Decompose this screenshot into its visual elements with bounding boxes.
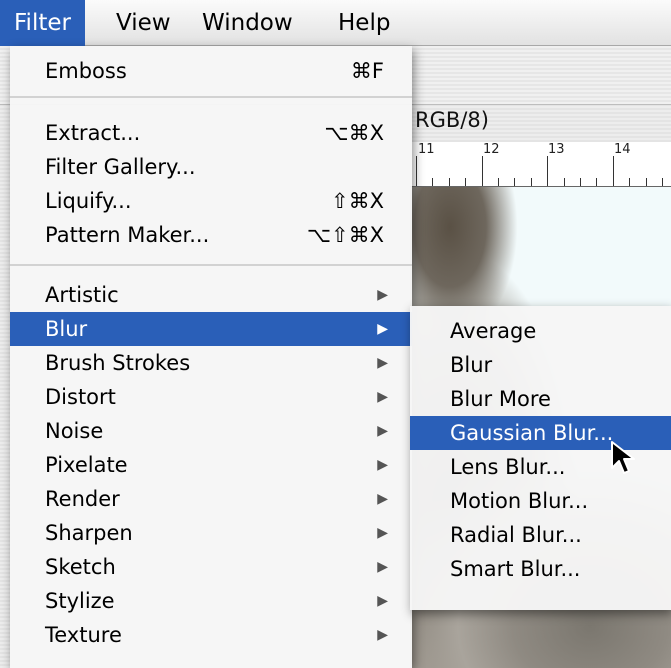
menu-item-distort[interactable]: Distort ▶ [10,380,412,414]
triangle-right-icon: ▶ [377,491,388,507]
menu-item-label: Sketch [45,555,116,579]
triangle-right-icon: ▶ [377,593,388,609]
menu-item-label: Average [450,319,537,343]
horizontal-ruler: 11 12 13 14 [410,142,671,187]
menu-item-label: Pattern Maker... [45,223,210,247]
menu-item-label: Emboss [45,59,127,83]
menu-item-label: Blur More [450,387,551,411]
menu-item-label: Blur [45,317,88,341]
triangle-right-icon: ▶ [377,525,388,541]
ruler-tick [432,178,434,186]
menu-item-noise[interactable]: Noise ▶ [10,414,412,448]
ruler-number: 14 [614,142,631,157]
menu-item-sketch[interactable]: Sketch ▶ [10,550,412,584]
menu-item-pixelate[interactable]: Pixelate ▶ [10,448,412,482]
menu-item-label: Radial Blur... [450,523,582,547]
triangle-right-icon: ▶ [377,287,388,303]
filter-menu: Emboss ⌘F Extract... ⌥⌘X Filter Gallery.… [10,46,412,668]
menu-item-label: Noise [45,419,104,443]
ruler-tick [448,178,450,186]
menu-item-label: Sharpen [45,521,133,545]
menu-item-label: Gaussian Blur... [450,421,614,445]
menu-item-label: Texture [45,623,122,647]
submenu-item-radial-blur[interactable]: Radial Blur... [410,518,671,552]
triangle-right-icon: ▶ [377,559,388,575]
menu-item-sharpen[interactable]: Sharpen ▶ [10,516,412,550]
document-title: RGB/8) [415,108,489,132]
ruler-tick [580,178,581,186]
menu-item-texture[interactable]: Texture ▶ [10,618,412,652]
triangle-right-icon: ▶ [377,389,388,405]
menu-item-emboss[interactable]: Emboss ⌘F [10,54,412,88]
triangle-right-icon: ▶ [377,321,388,337]
menubar-window[interactable]: Window [188,0,307,46]
menu-item-label: Pixelate [45,453,128,477]
ruler-tick [612,156,614,186]
menu-item-shortcut: ⌥⌘X [324,121,384,145]
menu-item-label: Brush Strokes [45,351,191,375]
ruler-number: 11 [418,142,435,157]
menu-item-brush-strokes[interactable]: Brush Strokes ▶ [10,346,412,380]
menu-separator [10,96,412,98]
menu-item-label: Filter Gallery... [45,155,196,179]
menu-item-label: Lens Blur... [450,455,566,479]
menu-item-label: Extract... [45,121,141,145]
arrow-cursor-icon [611,441,635,474]
menu-item-filter-gallery[interactable]: Filter Gallery... [10,150,412,184]
menubar-filter[interactable]: Filter [0,0,85,46]
menu-item-label: Stylize [45,589,115,613]
menu-item-liquify[interactable]: Liquify... ⇧⌘X [10,184,412,218]
ruler-tick [465,178,467,186]
menu-item-pattern-maker[interactable]: Pattern Maker... ⌥⇧⌘X [10,218,412,252]
menu-item-label: Render [45,487,120,511]
menu-item-blur[interactable]: Blur ▶ [10,312,412,346]
menu-item-label: Liquify... [45,189,132,213]
ruler-number: 12 [483,142,500,157]
ruler-tick [498,178,499,186]
ruler-tick [662,178,663,186]
menu-item-shortcut: ⇧⌘X [331,189,384,213]
triangle-right-icon: ▶ [377,457,388,473]
ruler-tick [596,178,598,186]
ruler-tick [645,178,647,186]
menu-item-label: Blur [450,353,493,377]
menu-item-label: Distort [45,385,116,409]
menu-item-shortcut: ⌥⇧⌘X [306,223,384,247]
submenu-item-average[interactable]: Average [410,314,671,348]
menu-item-shortcut: ⌘F [350,59,384,83]
menu-item-render[interactable]: Render ▶ [10,482,412,516]
menu-item-label: Smart Blur... [450,557,581,581]
ruler-tick [481,156,483,186]
ruler-tick [563,178,565,186]
ruler-tick [547,156,549,186]
submenu-item-blur-more[interactable]: Blur More [410,382,671,416]
submenu-item-blur[interactable]: Blur [410,348,671,382]
triangle-right-icon: ▶ [377,423,388,439]
menu-item-extract[interactable]: Extract... ⌥⌘X [10,116,412,150]
menu-bar: Filter View Window Help [0,0,671,46]
ruler-tick [629,178,631,186]
ruler-tick [416,156,417,186]
menu-item-label: Artistic [45,283,119,307]
menu-item-artistic[interactable]: Artistic ▶ [10,278,412,312]
menubar-view[interactable]: View [102,0,185,46]
triangle-right-icon: ▶ [377,355,388,371]
submenu-item-smart-blur[interactable]: Smart Blur... [410,552,671,586]
menu-separator [10,264,412,266]
menu-item-label: Motion Blur... [450,489,589,513]
menubar-help[interactable]: Help [324,0,404,46]
triangle-right-icon: ▶ [377,627,388,643]
ruler-number: 13 [548,142,565,157]
ruler-tick [514,178,516,186]
menu-item-stylize[interactable]: Stylize ▶ [10,584,412,618]
submenu-item-motion-blur[interactable]: Motion Blur... [410,484,671,518]
ruler-tick [530,178,532,186]
